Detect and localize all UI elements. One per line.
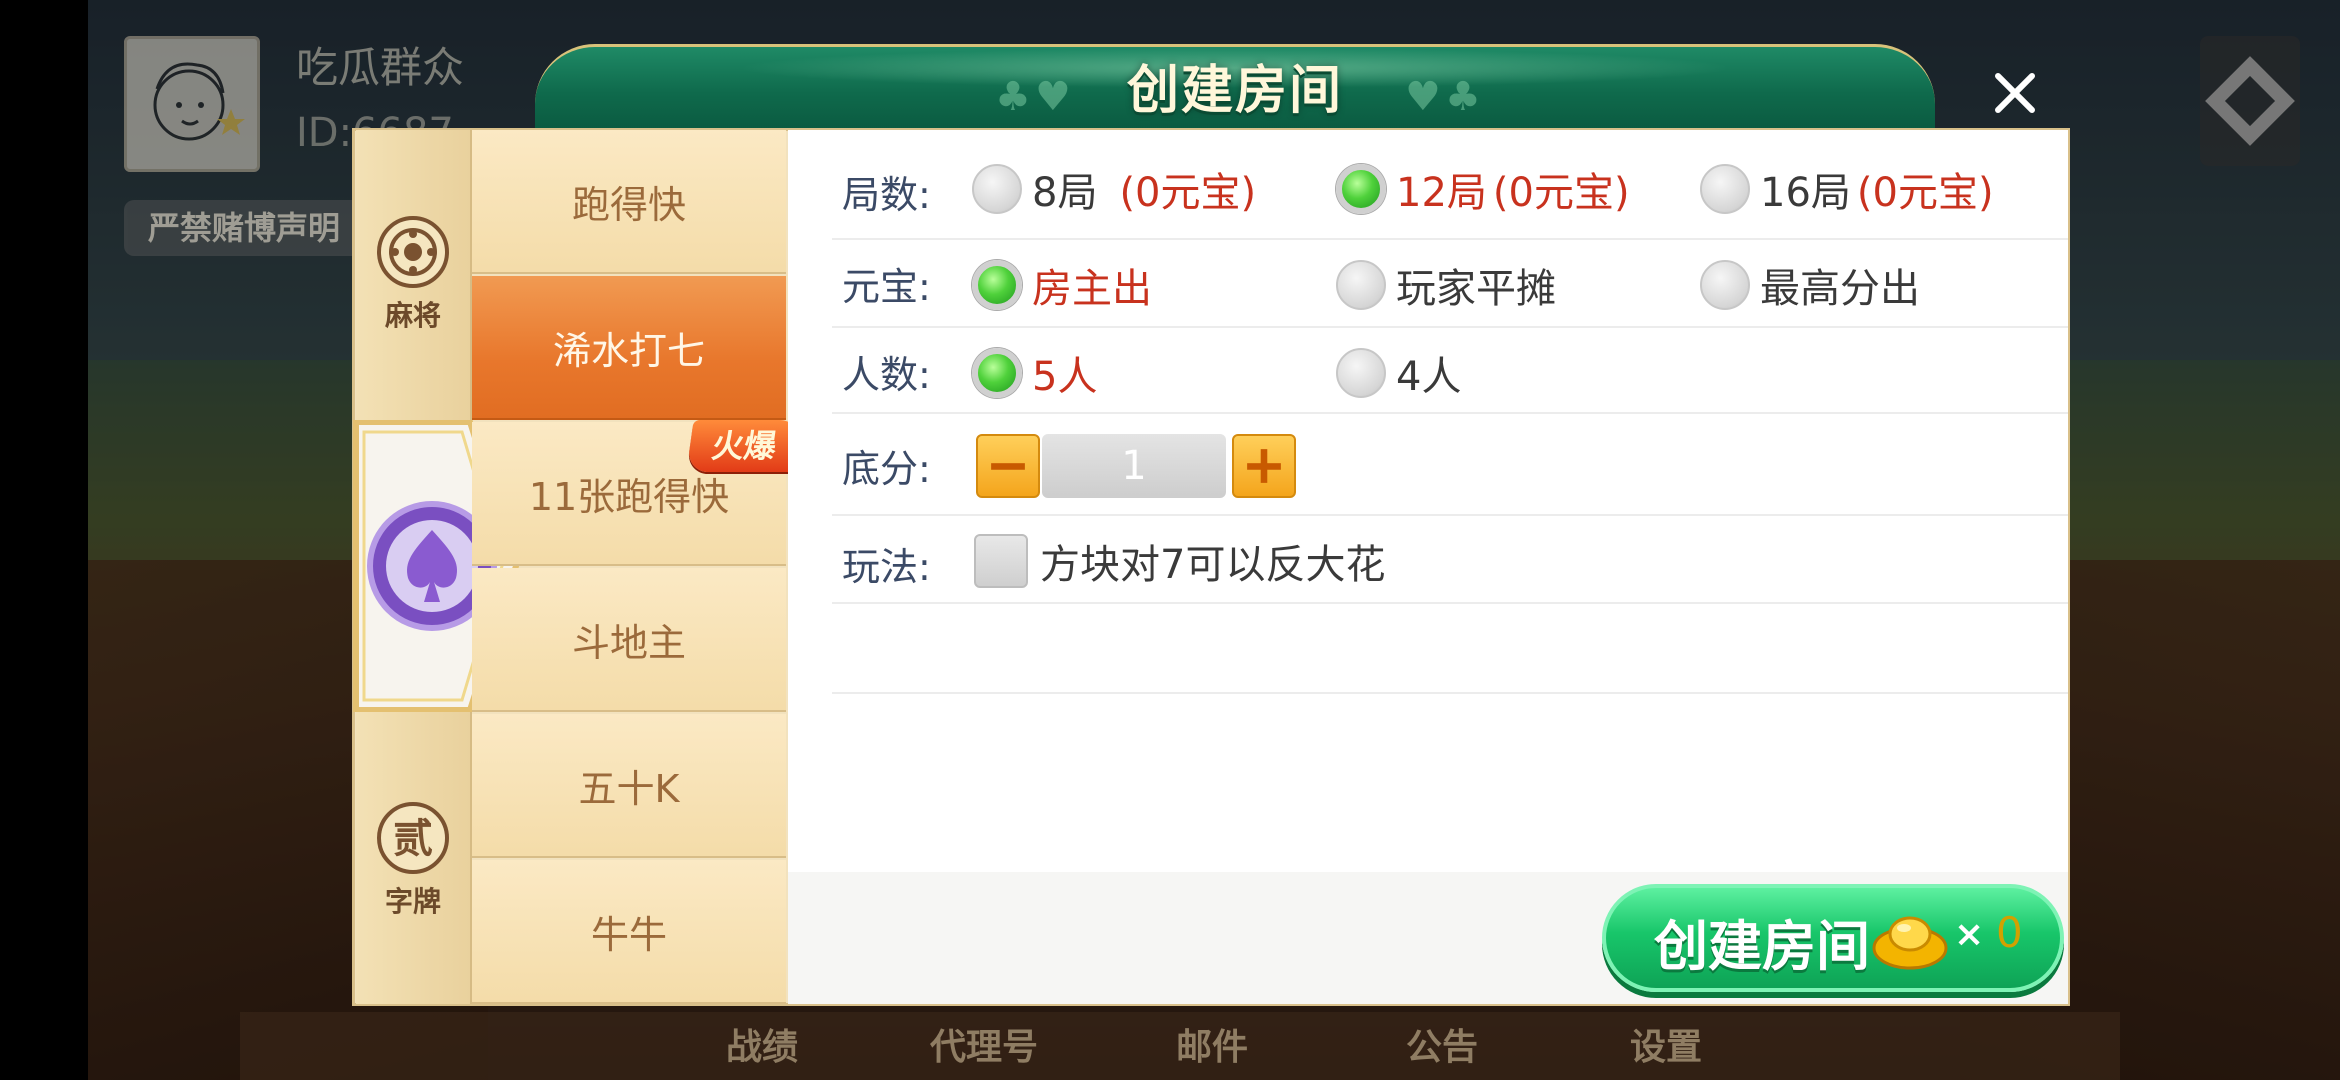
option-text: 8局: [1032, 170, 1098, 216]
increase-score-button[interactable]: [1232, 434, 1296, 498]
multiply-sign: ×: [1954, 914, 1985, 955]
option-text: 最高分出: [1760, 266, 1920, 312]
close-icon: [1995, 73, 2035, 113]
hot-badge: 火爆: [686, 420, 802, 472]
payment-row: 元宝: 房主出 玩家平摊 最高分出: [832, 240, 2068, 328]
radio-button[interactable]: [972, 164, 1022, 214]
checkbox[interactable]: [974, 534, 1028, 588]
radio-button[interactable]: [1700, 260, 1750, 310]
create-room-cost: 0: [1996, 908, 2023, 957]
rounds-label: 局数:: [842, 173, 931, 217]
tab-agent[interactable]: 代理号: [930, 1018, 1038, 1070]
avatar[interactable]: [124, 36, 260, 172]
tab-settings[interactable]: 设置: [1630, 1018, 1702, 1070]
option-text: 4人: [1396, 354, 1462, 400]
minus-icon: [991, 463, 1025, 470]
avatar-image: [153, 62, 245, 141]
rounds-option-16[interactable]: 16局 (0元宝): [1700, 160, 1994, 218]
create-room-label: 创建房间: [1654, 915, 1870, 978]
game-item-wushik[interactable]: 五十K: [472, 714, 786, 858]
player-name: 吃瓜群众: [296, 43, 465, 92]
game-label: 斗地主: [571, 620, 686, 665]
gold-ingot-icon: [1870, 904, 1950, 974]
rule-option-diamond-7[interactable]: 方块对7可以反大花: [974, 532, 1385, 590]
diamond-logo-icon: [2205, 56, 2295, 146]
players-option-5[interactable]: 5人: [972, 344, 1097, 402]
category-zipai[interactable]: 贰 字牌: [356, 800, 470, 920]
option-text: 16局: [1760, 170, 1851, 216]
base-score-field[interactable]: 1: [1042, 434, 1226, 498]
game-item-niuniu[interactable]: 牛牛: [472, 860, 786, 1004]
option-cost: (0元宝): [1856, 170, 1994, 216]
game-label: 牛牛: [590, 912, 667, 957]
radio-button[interactable]: [1336, 348, 1386, 398]
tab-records[interactable]: 战绩: [726, 1018, 798, 1070]
category-mahjong[interactable]: 麻将: [356, 214, 470, 334]
payment-label: 元宝:: [842, 265, 931, 309]
payment-option-winner[interactable]: 最高分出: [1700, 256, 1920, 314]
decrease-score-button[interactable]: [976, 434, 1040, 498]
plus-icon: [1247, 449, 1281, 483]
rules-label: 玩法:: [842, 545, 931, 589]
option-text: 12局: [1396, 170, 1487, 216]
lobby-menu-button[interactable]: [2200, 36, 2300, 166]
payment-option-host[interactable]: 房主出: [972, 256, 1152, 314]
game-label: 跑得快: [571, 182, 686, 227]
notice-button[interactable]: 严禁赌博声明: [124, 200, 364, 256]
payment-option-split[interactable]: 玩家平摊: [1336, 256, 1556, 314]
rounds-row: 局数: 8局 (0元宝) 12局 (0元宝) 16局 (0元宝): [832, 132, 2068, 240]
category-label: 字牌: [384, 885, 441, 918]
players-label: 人数:: [842, 353, 931, 397]
base-score-label: 底分:: [842, 447, 931, 491]
dialog-title: 创建房间: [1126, 61, 1343, 121]
radio-button-selected[interactable]: [972, 348, 1022, 398]
radio-button[interactable]: [1336, 260, 1386, 310]
radio-button-selected[interactable]: [972, 260, 1022, 310]
game-label: 浠水打七: [552, 328, 705, 373]
game-item-paodekuai[interactable]: 跑得快: [472, 130, 786, 274]
game-label: 11张跑得快: [528, 474, 730, 519]
mahjong-icon: [375, 214, 451, 290]
tab-announcement[interactable]: 公告: [1406, 1018, 1478, 1070]
empty-row: [832, 604, 2068, 694]
game-item-xishui-daqi[interactable]: 浠水打七: [472, 276, 786, 420]
option-text: 方块对7可以反大花: [1040, 542, 1386, 588]
rounds-option-8[interactable]: 8局 (0元宝): [972, 160, 1256, 218]
create-room-button[interactable]: 创建房间 × 0: [1602, 884, 2064, 992]
close-button[interactable]: [1960, 54, 2070, 134]
game-list: 跑得快 浠水打七 11张跑得快 斗地主 五十K 牛牛: [472, 130, 786, 1004]
dialog-header: ♣ ♥ ♥ ♣ 创建房间: [535, 38, 1935, 131]
option-text: 5人: [1032, 354, 1098, 400]
tab-mail[interactable]: 邮件: [1176, 1018, 1248, 1070]
rounds-option-12[interactable]: 12局 (0元宝): [1336, 160, 1630, 218]
radio-button[interactable]: [1700, 164, 1750, 214]
game-label: 五十K: [578, 766, 680, 811]
category-label: 麻将: [384, 299, 441, 332]
zipai-icon: 贰: [375, 800, 451, 876]
rules-row: 玩法: 方块对7可以反大花: [832, 516, 2068, 604]
game-item-doudizhu[interactable]: 斗地主: [472, 568, 786, 712]
option-text: 房主出: [1032, 266, 1152, 312]
option-cost: (0元宝): [1492, 170, 1630, 216]
radio-button-selected[interactable]: [1336, 164, 1386, 214]
svg-text:贰: 贰: [393, 815, 433, 862]
option-text: 玩家平摊: [1396, 266, 1556, 312]
players-option-4[interactable]: 4人: [1336, 344, 1461, 402]
option-cost: (0元宝): [1119, 170, 1257, 216]
players-row: 人数: 5人 4人: [832, 328, 2068, 414]
